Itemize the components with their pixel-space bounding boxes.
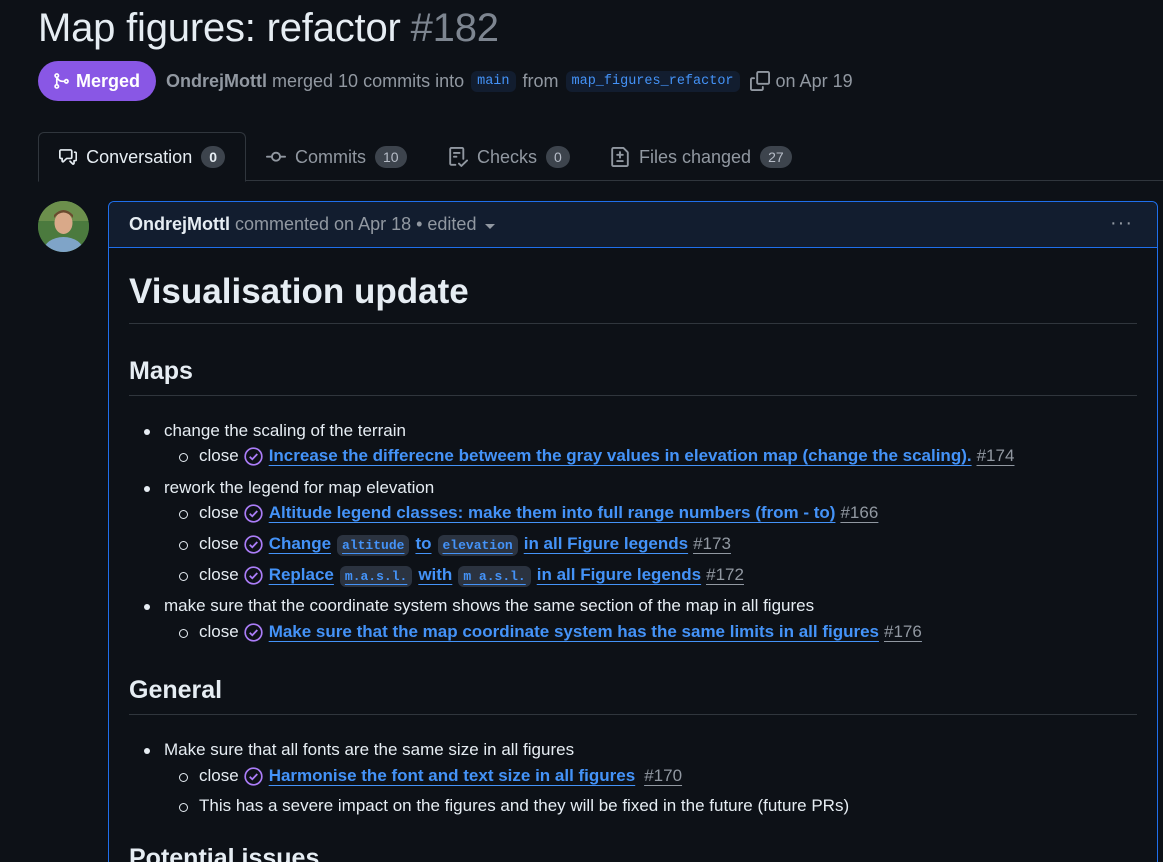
merged-state-badge: Merged [38,61,157,101]
issue-title[interactable]: in all Figure legends [524,534,688,553]
copy-icon[interactable] [749,71,770,91]
pr-meta: Merged OndrejMottl merged 10 commits int… [38,61,853,101]
comment-header: OndrejMottl commented on Apr 18 • edited… [109,202,1157,248]
list-item: change the scaling of the terrain [144,421,406,440]
inline-code[interactable]: elevation [437,535,518,556]
section-heading-potential-issues: Potential issues [129,844,320,862]
list-subitem: close Increase the differecne betweem th… [178,446,1015,466]
inline-code[interactable]: m a.s.l. [458,566,531,587]
tab-checks-count: 0 [546,146,570,168]
issue-closed-icon [244,565,263,585]
file-diff-icon [611,147,629,167]
issue-link[interactable]: Increase the differecne betweem the gray… [269,446,1015,466]
section-heading-general: General [129,676,223,704]
heading-divider [129,323,1137,324]
git-commit-icon [266,151,286,162]
base-branch[interactable]: main [471,70,516,92]
issue-title[interactable]: Change [269,534,331,553]
pr-number: #182 [410,6,499,50]
inline-code[interactable]: altitude [337,535,410,556]
merged-date: on Apr 19 [775,70,853,91]
issue-link[interactable]: Harmonise the font and text size in all … [269,766,682,786]
avatar[interactable] [38,201,89,252]
pr-author-link[interactable]: OndrejMottl [166,71,267,92]
issue-closed-icon [244,446,263,466]
comment-discussion-icon [59,149,78,165]
comment-heading: Visualisation update [129,272,469,311]
issue-number[interactable]: #166 [840,503,878,522]
issue-title[interactable]: Altitude legend classes: make them into … [269,503,836,522]
close-keyword: close [199,503,239,522]
issue-number[interactable]: #174 [977,446,1015,465]
head-branch[interactable]: map_figures_refactor [565,70,740,92]
list-subitem: This has a severe impact on the figures … [178,796,850,815]
close-keyword: close [199,446,239,465]
issue-number[interactable]: #173 [693,534,731,553]
list-subitem: close Harmonise the font and text size i… [178,766,682,786]
inline-code[interactable]: m.a.s.l. [339,566,413,587]
list-subitem: close Make sure that the map coordinate … [179,622,922,642]
issue-closed-icon [244,534,263,554]
tab-conversation-count: 0 [201,146,225,168]
tab-commits[interactable]: Commits 10 [266,132,407,182]
issue-closed-icon [244,766,263,786]
comment-author-link[interactable]: OndrejMottl [129,214,230,235]
issue-title[interactable]: Replace [269,565,334,584]
section-divider [129,395,1137,396]
pr-title: Map figures: refactor #182 [38,6,499,51]
merge-description: merged 10 commits into [272,70,465,91]
close-keyword: close [199,534,239,553]
pr-title-text: Map figures: refactor [38,6,401,50]
issue-link[interactable]: Altitude legend classes: make them into … [269,503,879,523]
section-divider [129,714,1137,715]
issue-link[interactable]: Replace m.a.s.l. with m a.s.l. in all Figure… [269,565,744,587]
issue-title[interactable]: with [418,565,452,584]
comment-meta: commented on Apr 18 • edited [235,214,477,234]
issue-title[interactable]: to [415,534,431,553]
tab-files-changed-label: Files changed [639,146,752,167]
close-keyword: close [199,565,239,584]
pr-description-comment: OndrejMottl commented on Apr 18 • edited… [108,201,1158,862]
issue-closed-icon [244,503,263,523]
tab-commits-label: Commits [295,146,366,167]
issue-title[interactable]: Increase the differecne betweem the gray… [269,446,972,465]
issue-title[interactable]: Make sure that the map coordinate system… [269,622,879,641]
list-subitem: close Change altitude to elevation in all Fi… [179,534,731,556]
tab-conversation[interactable]: Conversation 0 [38,132,246,182]
comment-menu-button[interactable]: ··· [1110,212,1133,235]
list-item: Make sure that all fonts are the same si… [143,740,575,759]
section-heading-maps: Maps [129,357,193,385]
tab-files-changed[interactable]: Files changed 27 [610,132,792,182]
tab-files-changed-count: 27 [760,146,792,168]
checklist-icon [449,147,468,167]
list-subitem: close Altitude legend classes: make them… [178,503,879,523]
tab-checks-label: Checks [477,146,538,167]
issue-link[interactable]: Make sure that the map coordinate system… [269,622,922,642]
pr-tabs: Conversation 0 Commits 10 Checks 0 Files… [38,132,1163,182]
tab-checks[interactable]: Checks 0 [448,132,570,182]
tab-conversation-label: Conversation [86,146,193,167]
list-item: make sure that the coordinate system sho… [143,596,815,615]
issue-link[interactable]: Change altitude to elevation in all Figure l… [269,534,731,556]
tab-commits-count: 10 [375,146,407,168]
issue-title[interactable]: Harmonise the font and text size in all … [269,766,636,785]
issue-number[interactable]: #172 [706,565,744,584]
issue-closed-icon [244,622,263,642]
from-word: from [522,70,559,91]
issue-number[interactable]: #176 [884,622,922,641]
list-subitem: close Replace m.a.s.l. with m a.s.l. in all … [179,565,744,587]
edit-history-caret-icon[interactable] [485,223,496,229]
close-keyword: close [199,622,239,641]
list-item: rework the legend for map elevation [143,478,435,497]
issue-title[interactable]: in all Figure legends [537,565,701,584]
git-merge-icon [54,73,69,89]
close-keyword: close [199,766,239,785]
issue-number[interactable]: #170 [644,766,682,785]
merged-label: Merged [76,70,141,91]
